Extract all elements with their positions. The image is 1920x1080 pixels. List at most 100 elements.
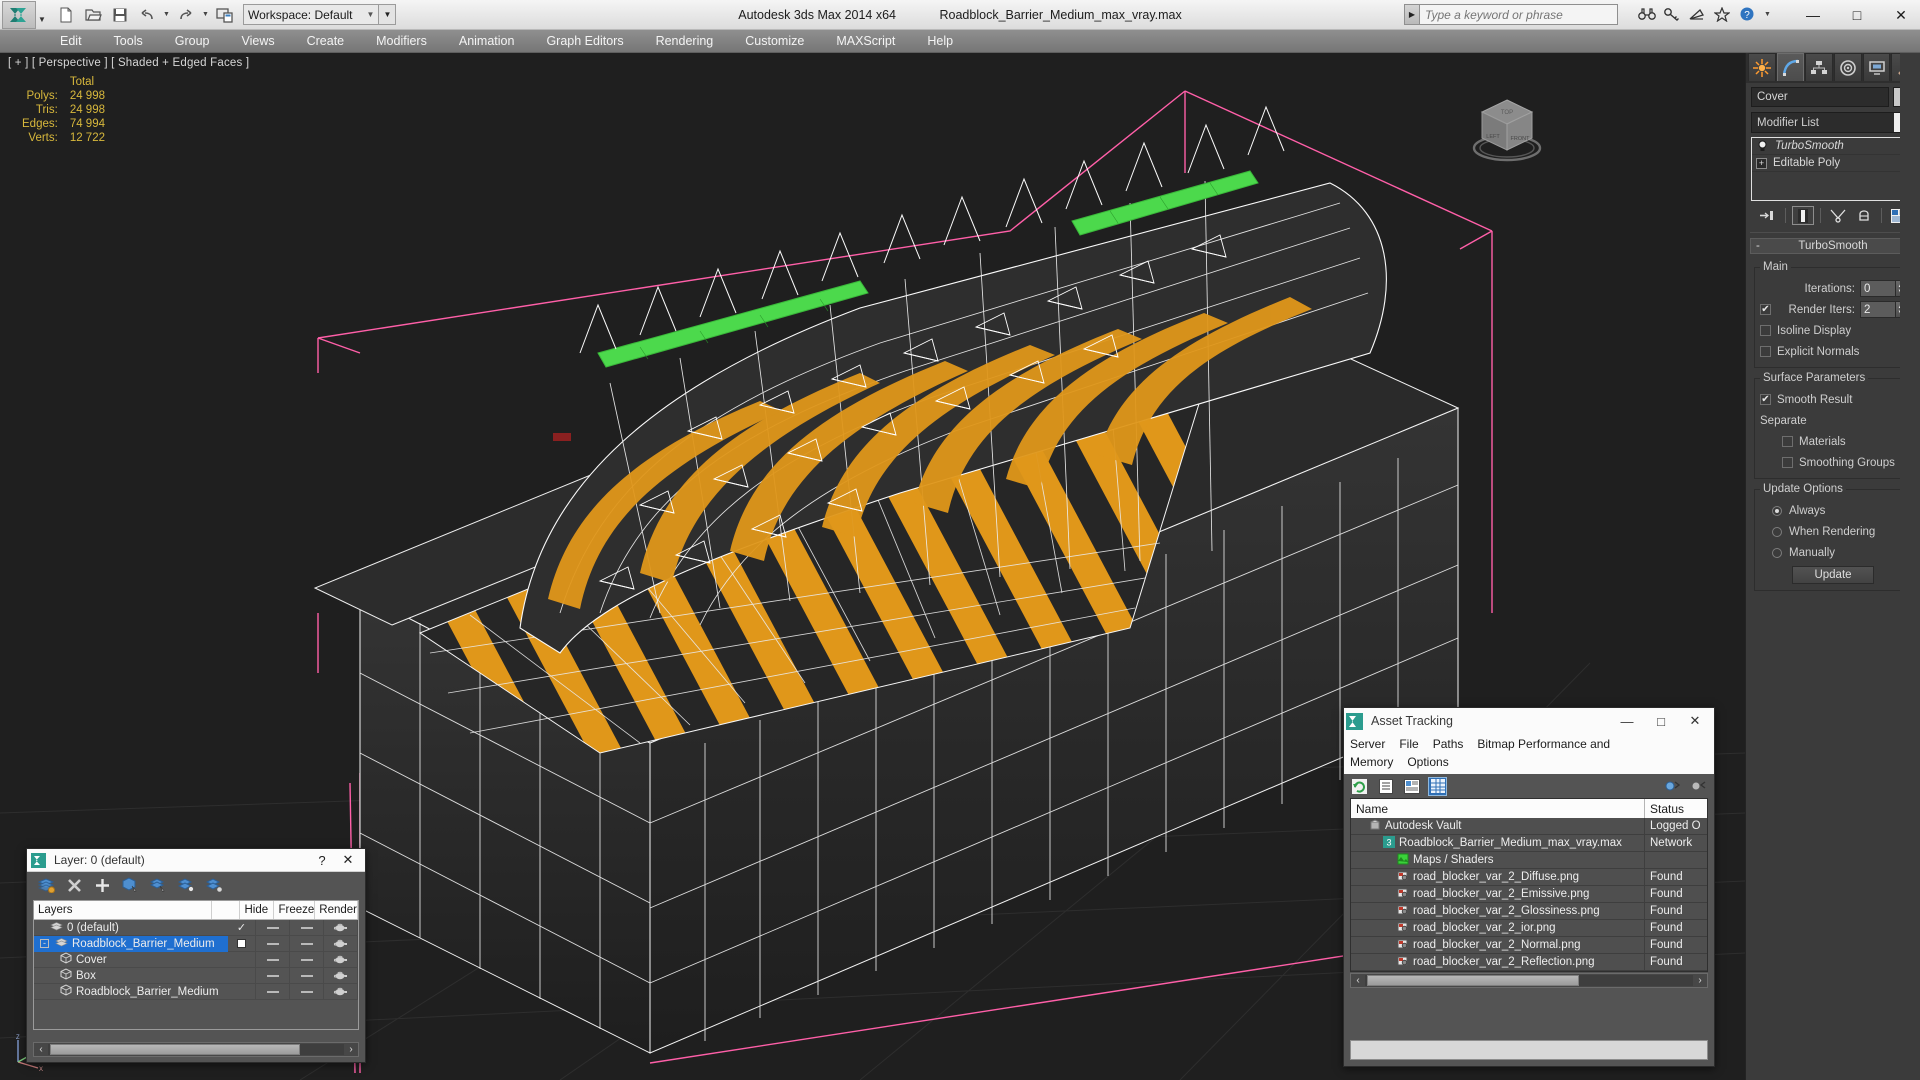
layer-hide-cell[interactable] (256, 919, 290, 936)
binoculars-icon[interactable] (1638, 3, 1656, 25)
scroll-track[interactable] (48, 1044, 344, 1055)
menu-item-create[interactable]: Create (291, 30, 361, 53)
materials-checkbox[interactable] (1782, 436, 1793, 447)
asset-menu-server[interactable]: Server (1350, 737, 1385, 751)
asset-name-cell[interactable]: road_blocker_var_2_Diffuse.png (1351, 869, 1645, 885)
workspace-dropdown-button[interactable]: ▼ (379, 4, 397, 25)
layer-dialog[interactable]: Layer: 0 (default) ? ✕ Layers Hide Freez… (26, 848, 366, 1063)
asset-row[interactable]: road_blocker_var_2_Reflection.png Found (1351, 954, 1707, 971)
asset-row[interactable]: road_blocker_var_2_Diffuse.png Found (1351, 869, 1707, 886)
menu-item-rendering[interactable]: Rendering (640, 30, 730, 53)
help-icon[interactable]: ? (1738, 3, 1756, 25)
render-iters-checkbox[interactable]: ✔ (1760, 304, 1771, 315)
minimize-button[interactable]: — (1800, 2, 1826, 28)
layer-column-header-hide[interactable]: Hide (240, 901, 275, 919)
menu-item-modifiers[interactable]: Modifiers (360, 30, 443, 53)
asset-name-cell[interactable]: road_blocker_var_2_Glossiness.png (1351, 903, 1645, 919)
qat-dropdown-caret[interactable]: ▼ (36, 1, 48, 29)
asset-row[interactable]: road_blocker_var_2_Normal.png Found (1351, 937, 1707, 954)
layer-row[interactable]: Box (34, 967, 358, 984)
layer-row[interactable]: 0 (default) ✓ (34, 919, 358, 936)
asset-row[interactable]: Maps / Shaders (1351, 852, 1707, 869)
turbosmooth-rollout-header[interactable]: - TurboSmooth (1750, 238, 1916, 254)
scroll-thumb[interactable] (1367, 975, 1579, 986)
object-name-field[interactable]: Cover (1751, 87, 1889, 107)
undo-icon[interactable] (135, 3, 159, 27)
asset-tracking-minimize[interactable]: — (1610, 709, 1644, 733)
asset-row[interactable]: road_blocker_var_2_Emissive.png Found (1351, 886, 1707, 903)
layer-active-cell[interactable] (228, 983, 256, 1000)
menu-item-group[interactable]: Group (159, 30, 226, 53)
layer-row[interactable]: Cover (34, 951, 358, 968)
menu-item-animation[interactable]: Animation (443, 30, 531, 53)
help-dropdown-caret[interactable]: ▼ (1763, 11, 1772, 18)
isoline-display-checkbox[interactable] (1760, 325, 1771, 336)
asset-name-cell[interactable]: road_blocker_var_2_Emissive.png (1351, 886, 1645, 902)
save-file-icon[interactable] (108, 3, 132, 27)
column-header-status[interactable]: Status (1645, 799, 1707, 818)
layer-render-cell[interactable] (324, 919, 358, 936)
isoline-display-row[interactable]: Isoline Display (1760, 321, 1906, 340)
remove-modifier-icon[interactable] (1853, 206, 1875, 225)
update-button[interactable]: Update (1792, 566, 1874, 584)
asset-list-horizontal-scrollbar[interactable]: ‹ › (1350, 973, 1708, 988)
redo-dropdown-caret[interactable]: ▼ (201, 11, 210, 18)
layer-dialog-help-button[interactable]: ? (309, 850, 335, 871)
list-view-icon[interactable] (1376, 777, 1395, 796)
search-input[interactable] (1420, 4, 1618, 25)
layer-render-cell[interactable] (324, 983, 358, 1000)
menu-item-maxscript[interactable]: MAXScript (820, 30, 911, 53)
asset-name-cell[interactable]: Autodesk Vault (1351, 818, 1645, 834)
motion-tab[interactable] (1834, 53, 1862, 81)
maximize-button[interactable]: □ (1844, 2, 1870, 28)
column-header-name[interactable]: Name (1351, 799, 1645, 818)
update-when-rendering-radio[interactable] (1772, 526, 1782, 537)
asset-tracking-maximize[interactable]: □ (1644, 709, 1678, 733)
scroll-right-icon[interactable]: › (344, 1044, 358, 1055)
layer-column-header-freeze[interactable]: Freeze (274, 901, 316, 919)
layer-name-cell[interactable]: Cover (34, 952, 228, 968)
viewport-label[interactable]: [ + ] [ Perspective ] [ Shaded + Edged F… (8, 57, 249, 69)
key-icon[interactable] (1663, 3, 1681, 25)
active-layer-box-icon[interactable] (237, 939, 246, 948)
asset-tracking-close[interactable]: ✕ (1678, 709, 1712, 733)
rollout-collapse-icon[interactable]: - (1756, 240, 1760, 252)
layer-row[interactable]: - Roadblock_Barrier_Medium (34, 935, 358, 952)
refresh-icon[interactable] (1350, 777, 1369, 796)
display-tab[interactable] (1862, 53, 1891, 81)
layer-row[interactable]: Roadblock_Barrier_Medium (34, 983, 358, 1000)
asset-row[interactable]: road_blocker_var_2_ior.png Found (1351, 920, 1707, 937)
smooth-result-checkbox[interactable]: ✔ (1760, 394, 1771, 405)
scroll-thumb[interactable] (50, 1044, 300, 1055)
hierarchy-tab[interactable] (1805, 53, 1834, 81)
menu-item-tools[interactable]: Tools (98, 30, 159, 53)
scroll-track[interactable] (1365, 975, 1693, 986)
layer-name-cell[interactable]: Box (34, 968, 228, 984)
layer-render-cell[interactable] (324, 935, 358, 952)
layer-list[interactable]: Layers Hide Freeze Render 0 (default) ✓ - Road… (33, 900, 359, 1030)
view-cube[interactable]: TOP LEFT FRONT (1462, 88, 1552, 178)
asset-menu-options[interactable]: Options (1407, 755, 1448, 769)
explicit-normals-checkbox[interactable] (1760, 346, 1771, 357)
update-manually-row[interactable]: Manually (1760, 543, 1906, 562)
asset-name-cell[interactable]: road_blocker_var_2_Reflection.png (1351, 954, 1645, 970)
menu-item-customize[interactable]: Customize (729, 30, 820, 53)
layer-freeze-cell[interactable] (290, 967, 324, 984)
layer-hide-cell[interactable] (256, 967, 290, 984)
select-highlighted-objects-icon[interactable] (177, 876, 195, 894)
light-bulb-icon[interactable] (1756, 140, 1769, 153)
layer-name-cell[interactable]: - Roadblock_Barrier_Medium (34, 935, 228, 952)
menu-item-graph-editors[interactable]: Graph Editors (530, 30, 639, 53)
asset-menu-file[interactable]: File (1399, 737, 1418, 751)
scroll-left-icon[interactable]: ‹ (34, 1044, 48, 1055)
star-icon[interactable] (1713, 3, 1731, 25)
modifier-stack[interactable]: TurboSmooth + Editable Poly (1751, 137, 1915, 201)
workspace-selector[interactable]: Workspace: Default ▼ (243, 4, 380, 25)
layer-list-horizontal-scrollbar[interactable]: ‹ › (33, 1042, 359, 1057)
layer-active-cell[interactable] (228, 935, 256, 952)
update-manually-radio[interactable] (1772, 547, 1782, 558)
update-always-row[interactable]: Always (1760, 501, 1906, 520)
check-out-icon[interactable] (1689, 777, 1708, 796)
pin-stack-icon[interactable] (1757, 206, 1779, 225)
asset-name-cell[interactable]: road_blocker_var_2_ior.png (1351, 920, 1645, 936)
